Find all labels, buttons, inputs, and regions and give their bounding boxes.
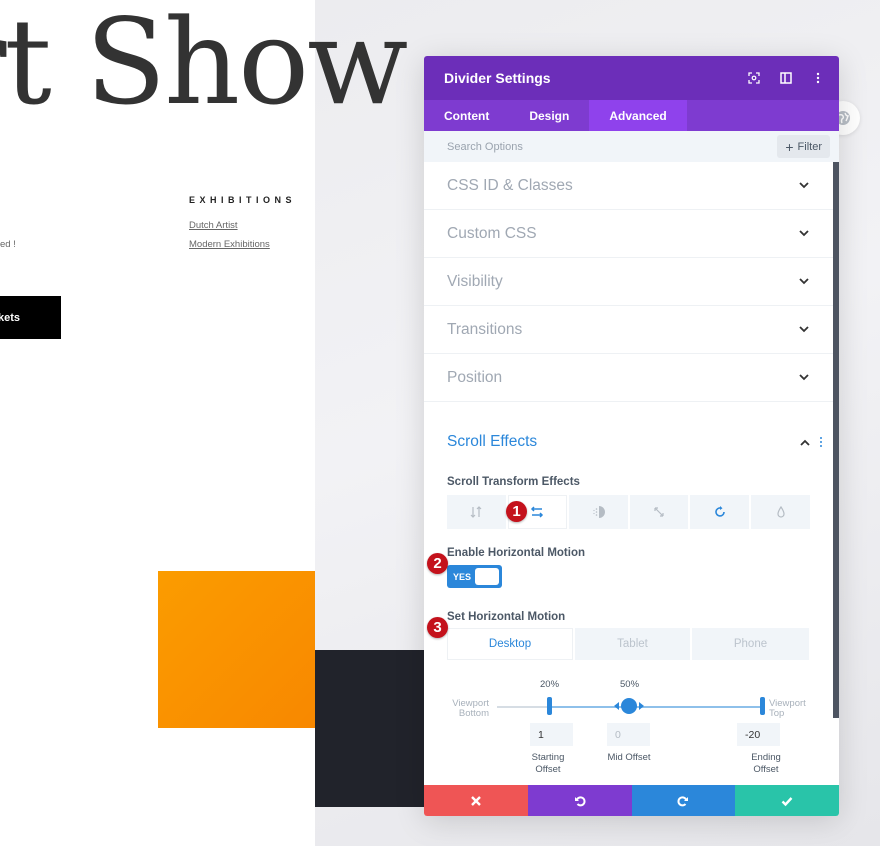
mid-offset-label: Mid Offset <box>607 752 651 763</box>
effect-rotating[interactable] <box>690 495 750 529</box>
mid-arrow-left-icon <box>614 702 619 710</box>
toggle-knob <box>475 568 499 585</box>
device-tabs: Desktop Tablet Phone <box>447 628 810 660</box>
fading-icon <box>593 506 606 518</box>
device-tab-tablet[interactable]: Tablet <box>575 628 690 660</box>
scroll-effects-title[interactable]: Scroll Effects <box>447 433 537 451</box>
search-bar: + Filter <box>424 131 839 162</box>
section-scroll-effects: Scroll Effects Scroll Transform Effects <box>424 402 833 785</box>
starting-offset-input[interactable] <box>530 723 573 746</box>
scroll-transform-label: Scroll Transform Effects <box>447 476 580 488</box>
cancel-button[interactable] <box>424 785 528 816</box>
section-label: Custom CSS <box>447 224 537 242</box>
effect-scaling[interactable] <box>629 495 689 529</box>
chevron-up-icon[interactable] <box>800 433 810 451</box>
viewport-top-label: Viewport Top <box>769 698 806 719</box>
undo-icon <box>574 795 586 806</box>
start-percent-label: 20% <box>540 679 560 690</box>
filter-label: Filter <box>797 140 822 153</box>
starting-offset-label: Starting Offset <box>531 752 565 775</box>
step-badge-3: 3 <box>427 617 448 638</box>
effect-selector <box>447 495 810 529</box>
dark-block <box>315 650 425 807</box>
viewport-bottom-label: Viewport Bottom <box>452 698 489 719</box>
motion-range-editor: Viewport Bottom Viewport Top 20% 50% Sta… <box>447 670 810 785</box>
effect-blur[interactable] <box>751 495 810 529</box>
device-tab-desktop[interactable]: Desktop <box>447 628 573 660</box>
chevron-down-icon <box>798 180 810 192</box>
section-label: Transitions <box>447 320 523 338</box>
start-handle[interactable] <box>547 697 552 715</box>
partial-text: ed ! <box>0 239 16 250</box>
plus-icon: + <box>785 138 794 155</box>
device-tab-phone[interactable]: Phone <box>692 628 809 660</box>
orange-block <box>158 571 315 728</box>
mid-handle[interactable] <box>621 698 637 714</box>
enable-horizontal-motion-label: Enable Horizontal Motion <box>447 547 585 559</box>
section-options-icon[interactable] <box>820 437 822 447</box>
effect-fading[interactable] <box>568 495 628 529</box>
step-badge-1: 1 <box>506 501 527 522</box>
hero-title: rt Show <box>0 0 408 131</box>
section-custom-css[interactable]: Custom CSS <box>424 210 833 258</box>
section-label: Position <box>447 368 503 386</box>
search-options-input[interactable] <box>447 140 697 153</box>
mid-offset-input[interactable] <box>607 723 650 746</box>
set-horizontal-motion-label: Set Horizontal Motion <box>447 611 566 623</box>
effect-vertical-motion[interactable] <box>447 495 506 529</box>
chevron-down-icon <box>798 372 810 384</box>
scaling-icon <box>654 507 664 517</box>
modal-title: Divider Settings <box>444 70 551 86</box>
settings-scroll-area: CSS ID & Classes Custom CSS Visibility T… <box>424 162 833 785</box>
section-transitions[interactable]: Transitions <box>424 306 833 354</box>
modal-footer <box>424 785 839 816</box>
modal-tabs: Content Design Advanced <box>424 100 839 131</box>
tickets-button[interactable]: kets <box>0 296 61 339</box>
tab-content[interactable]: Content <box>424 100 509 131</box>
section-label: Visibility <box>447 272 503 290</box>
section-css-id-classes[interactable]: CSS ID & Classes <box>424 162 833 210</box>
mid-percent-label: 50% <box>620 679 640 690</box>
exhibition-link-modern[interactable]: Modern Exhibitions <box>189 239 270 250</box>
tab-advanced[interactable]: Advanced <box>589 100 687 131</box>
check-icon <box>781 796 793 806</box>
tickets-button-label: kets <box>0 311 21 324</box>
exhibitions-heading: EXHIBITIONS <box>189 195 297 205</box>
enable-horizontal-motion-toggle[interactable]: YES <box>447 565 502 588</box>
mid-arrow-right-icon <box>639 702 644 710</box>
section-position[interactable]: Position <box>424 354 833 402</box>
toggle-value: YES <box>453 571 472 582</box>
filter-button[interactable]: + Filter <box>777 135 830 158</box>
step-badge-2: 2 <box>427 553 448 574</box>
ending-offset-input[interactable] <box>737 723 780 746</box>
section-visibility[interactable]: Visibility <box>424 258 833 306</box>
chevron-down-icon <box>798 228 810 240</box>
settings-scrollbar[interactable] <box>833 162 839 718</box>
split-view-icon[interactable] <box>779 71 793 85</box>
end-handle[interactable] <box>760 697 765 715</box>
save-button[interactable] <box>735 785 839 816</box>
undo-button[interactable] <box>527 785 632 816</box>
more-options-icon[interactable] <box>811 71 825 85</box>
divider-settings-modal: Divider Settings Content Design Advanced… <box>424 56 839 816</box>
modal-header: Divider Settings <box>424 56 839 100</box>
redo-button[interactable] <box>631 785 736 816</box>
close-icon <box>471 795 481 806</box>
section-label: CSS ID & Classes <box>447 176 573 194</box>
rotate-icon <box>714 506 725 517</box>
tab-design[interactable]: Design <box>509 100 589 131</box>
ending-offset-label: Ending Offset <box>751 752 781 775</box>
redo-icon <box>677 795 689 806</box>
motion-track-active <box>549 706 763 708</box>
exhibition-link-dutch-artist[interactable]: Dutch Artist <box>189 220 238 231</box>
horizontal-motion-icon <box>531 506 544 518</box>
focus-icon[interactable] <box>747 71 761 85</box>
chevron-down-icon <box>798 324 810 336</box>
chevron-down-icon <box>798 276 810 288</box>
vertical-motion-icon <box>470 506 482 518</box>
blur-drop-icon <box>776 505 785 518</box>
